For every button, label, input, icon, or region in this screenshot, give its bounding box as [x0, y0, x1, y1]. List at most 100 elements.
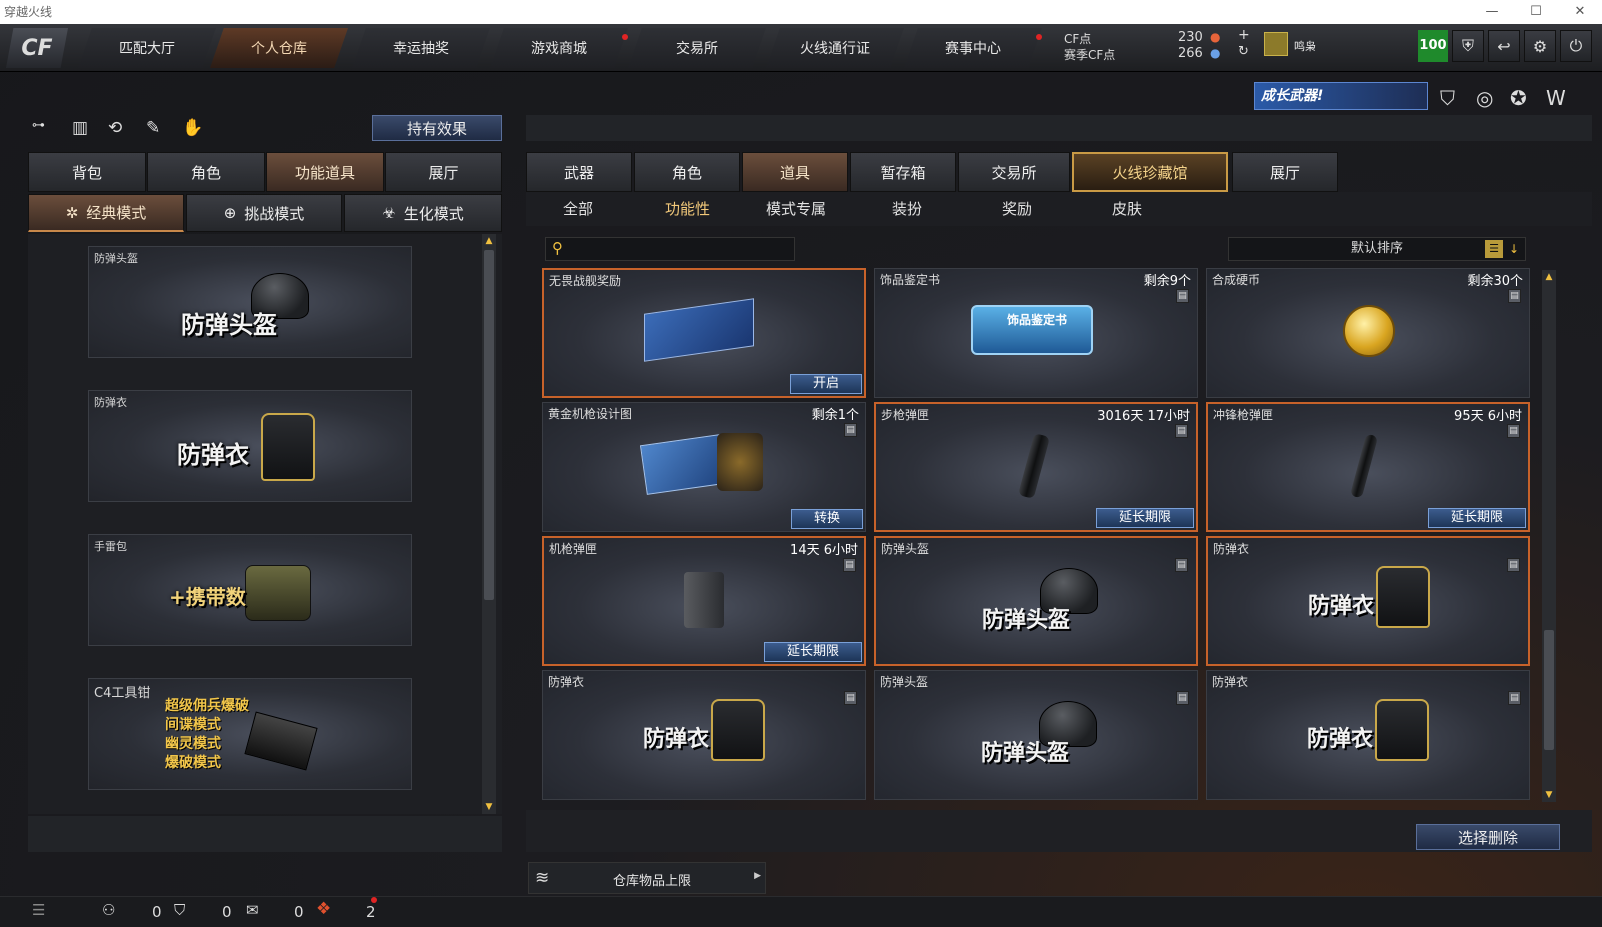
power-icon[interactable]: ⏻	[1560, 30, 1592, 62]
globe-icon[interactable]: ◎	[1476, 86, 1493, 110]
item-card[interactable]: 冲锋枪弹匣 95天 6小时 ▤ 延长期限	[1206, 402, 1530, 532]
trash-icon[interactable]: ▤	[1176, 289, 1189, 303]
tab-showroom[interactable]: 展厅	[385, 152, 502, 192]
close-icon[interactable]: ✕	[1558, 0, 1602, 24]
scroll-down-icon[interactable]: ▼	[1542, 788, 1556, 802]
scroll-thumb[interactable]	[1544, 630, 1554, 750]
storage-limit-bar[interactable]: ≋ 仓库物品上限 ▶	[528, 862, 766, 894]
mode-challenge[interactable]: ⊕ 挑战模式	[186, 194, 342, 232]
trash-icon[interactable]: ▤	[843, 558, 856, 572]
item-card[interactable]: 无畏战舰奖励 开启	[542, 268, 866, 398]
item-card[interactable]: 防弹衣 ▤ 防弹衣	[542, 670, 866, 800]
menu-icon[interactable]: ☰	[32, 901, 45, 919]
gift-icon[interactable]: ❖	[316, 899, 331, 919]
mode-zombie[interactable]: ☣ 生化模式	[344, 194, 502, 232]
left-scrollbar[interactable]: ▲ ▼	[482, 234, 496, 814]
item-card[interactable]: 防弹衣 ▤ 防弹衣	[1206, 670, 1530, 800]
tool-icon[interactable]: ✎	[146, 118, 160, 138]
equip-card-grenade-pack[interactable]: 手雷包 +携带数	[88, 534, 412, 646]
extend-button[interactable]: 延长期限	[763, 642, 862, 662]
sort-arrow-icon[interactable]: ↓	[1505, 240, 1523, 258]
clan-shield-icon[interactable]: ⛉	[174, 901, 185, 919]
subtab-all[interactable]: 全部	[563, 198, 593, 219]
select-delete-button[interactable]: 选择删除	[1416, 824, 1560, 850]
subtab-rewards[interactable]: 奖励	[1002, 198, 1032, 219]
expand-arrow-icon[interactable]: ▶	[754, 871, 761, 881]
search-input[interactable]: ⚲	[545, 237, 795, 261]
subtab-cosmetics[interactable]: 装扮	[892, 198, 922, 219]
scroll-up-icon[interactable]: ▲	[1542, 270, 1556, 284]
growth-weapon-banner[interactable]: 成长武器!	[1254, 82, 1428, 110]
ranking-icon[interactable]: ▥	[72, 118, 88, 138]
nav-tab-personal-storage[interactable]: 个人仓库	[210, 28, 348, 68]
nav-tab-battle-pass[interactable]: 火线通行证	[766, 28, 904, 68]
extend-button[interactable]: 延长期限	[1095, 508, 1194, 528]
extend-button[interactable]: 延长期限	[1427, 508, 1526, 528]
nav-tab-lucky-draw[interactable]: 幸运抽奖	[352, 28, 490, 68]
trash-icon[interactable]: ▤	[844, 691, 857, 705]
trash-icon[interactable]: ▤	[1508, 289, 1521, 303]
item-card[interactable]: 防弹衣 ▤ 防弹衣	[1206, 536, 1530, 666]
plus-icon[interactable]: +	[1238, 27, 1250, 43]
item-card[interactable]: 饰品鉴定书 剩余9个 ▤ 饰品鉴定书	[874, 268, 1198, 398]
item-card[interactable]: 步枪弹匣 3016天 17小时 ▤ 延长期限	[874, 402, 1198, 532]
equip-card-vest[interactable]: 防弹衣 防弹衣	[88, 390, 412, 502]
cf-logo[interactable]: CF	[6, 28, 68, 68]
list-icon[interactable]: ☰	[1485, 240, 1503, 258]
maximize-icon[interactable]: ☐	[1514, 0, 1558, 24]
minimize-icon[interactable]: —	[1470, 0, 1514, 24]
tab-weapons[interactable]: 武器	[526, 152, 632, 192]
nav-tab-match-lobby[interactable]: 匹配大厅	[78, 28, 216, 68]
tab-temp-box[interactable]: 暂存箱	[850, 152, 956, 192]
trash-icon[interactable]: ▤	[1175, 558, 1188, 572]
trash-icon[interactable]: ▤	[1175, 424, 1188, 438]
open-button[interactable]: 开启	[789, 374, 862, 394]
held-effects-button[interactable]: 持有效果	[372, 115, 502, 141]
nav-tab-game-store[interactable]: 游戏商城	[490, 28, 628, 68]
shield-icon[interactable]: ⛨	[1452, 30, 1484, 62]
gear-icon[interactable]: ⚙	[1524, 30, 1556, 62]
subtab-functional[interactable]: 功能性	[665, 198, 710, 219]
mode-classic[interactable]: ✲ 经典模式	[28, 194, 184, 232]
item-card[interactable]: 机枪弹匣 14天 6小时 ▤ 延长期限	[542, 536, 866, 666]
glove-icon[interactable]: ✋	[182, 118, 203, 138]
trash-icon[interactable]: ▤	[844, 423, 857, 437]
history-icon[interactable]: ⟲	[108, 118, 122, 138]
off-toggle-icon[interactable]: ⊶	[32, 118, 45, 133]
trash-icon[interactable]: ▤	[1508, 691, 1521, 705]
tab-characters[interactable]: 角色	[634, 152, 740, 192]
badge-icon[interactable]: ⛉	[1440, 86, 1455, 110]
nav-tab-exchange[interactable]: 交易所	[628, 28, 766, 68]
friends-icon[interactable]: ⚇	[102, 901, 115, 919]
scroll-thumb[interactable]	[484, 250, 494, 600]
item-card[interactable]: 防弹头盔 ▤ 防弹头盔	[874, 670, 1198, 800]
scroll-up-icon[interactable]: ▲	[482, 234, 496, 248]
convert-button[interactable]: 转换	[790, 509, 863, 529]
tab-functional-items[interactable]: 功能道具	[266, 152, 384, 192]
tab-right-showroom[interactable]: 展厅	[1232, 152, 1338, 192]
tab-trade[interactable]: 交易所	[958, 152, 1070, 192]
refresh-icon[interactable]: ↻	[1238, 44, 1249, 59]
trash-icon[interactable]: ▤	[1507, 558, 1520, 572]
item-card[interactable]: 黄金机枪设计图 剩余1个 ▤ 转换	[542, 402, 866, 532]
return-icon[interactable]: ↩	[1488, 30, 1520, 62]
trash-icon[interactable]: ▤	[1176, 691, 1189, 705]
right-scrollbar[interactable]: ▲ ▼	[1542, 270, 1556, 802]
tab-collection-hall[interactable]: 火线珍藏馆	[1072, 152, 1228, 192]
trash-icon[interactable]: ▤	[1507, 424, 1520, 438]
scroll-down-icon[interactable]: ▼	[482, 800, 496, 814]
star-badge-icon[interactable]: ✪	[1510, 86, 1527, 110]
subtab-mode-exclusive[interactable]: 模式专属	[766, 198, 826, 219]
equip-card-c4-pliers[interactable]: C4工具钳 超级佣兵爆破 间谍模式 幽灵模式 爆破模式	[88, 678, 412, 790]
tab-backpack[interactable]: 背包	[28, 152, 146, 192]
tab-items[interactable]: 道具	[742, 152, 848, 192]
nav-tab-events[interactable]: 赛事中心	[904, 28, 1042, 68]
sort-dropdown[interactable]: 默认排序 ☰ ↓	[1228, 237, 1526, 261]
subtab-skins[interactable]: 皮肤	[1112, 198, 1142, 219]
item-card[interactable]: 防弹头盔 ▤ 防弹头盔	[874, 536, 1198, 666]
item-card[interactable]: 合成硬币 剩余30个 ▤	[1206, 268, 1530, 398]
wings-icon[interactable]: W	[1546, 86, 1566, 110]
chat-icon[interactable]: ✉	[246, 901, 259, 919]
equip-card-helmet[interactable]: 防弹头盔 防弹头盔	[88, 246, 412, 358]
tab-character[interactable]: 角色	[147, 152, 265, 192]
